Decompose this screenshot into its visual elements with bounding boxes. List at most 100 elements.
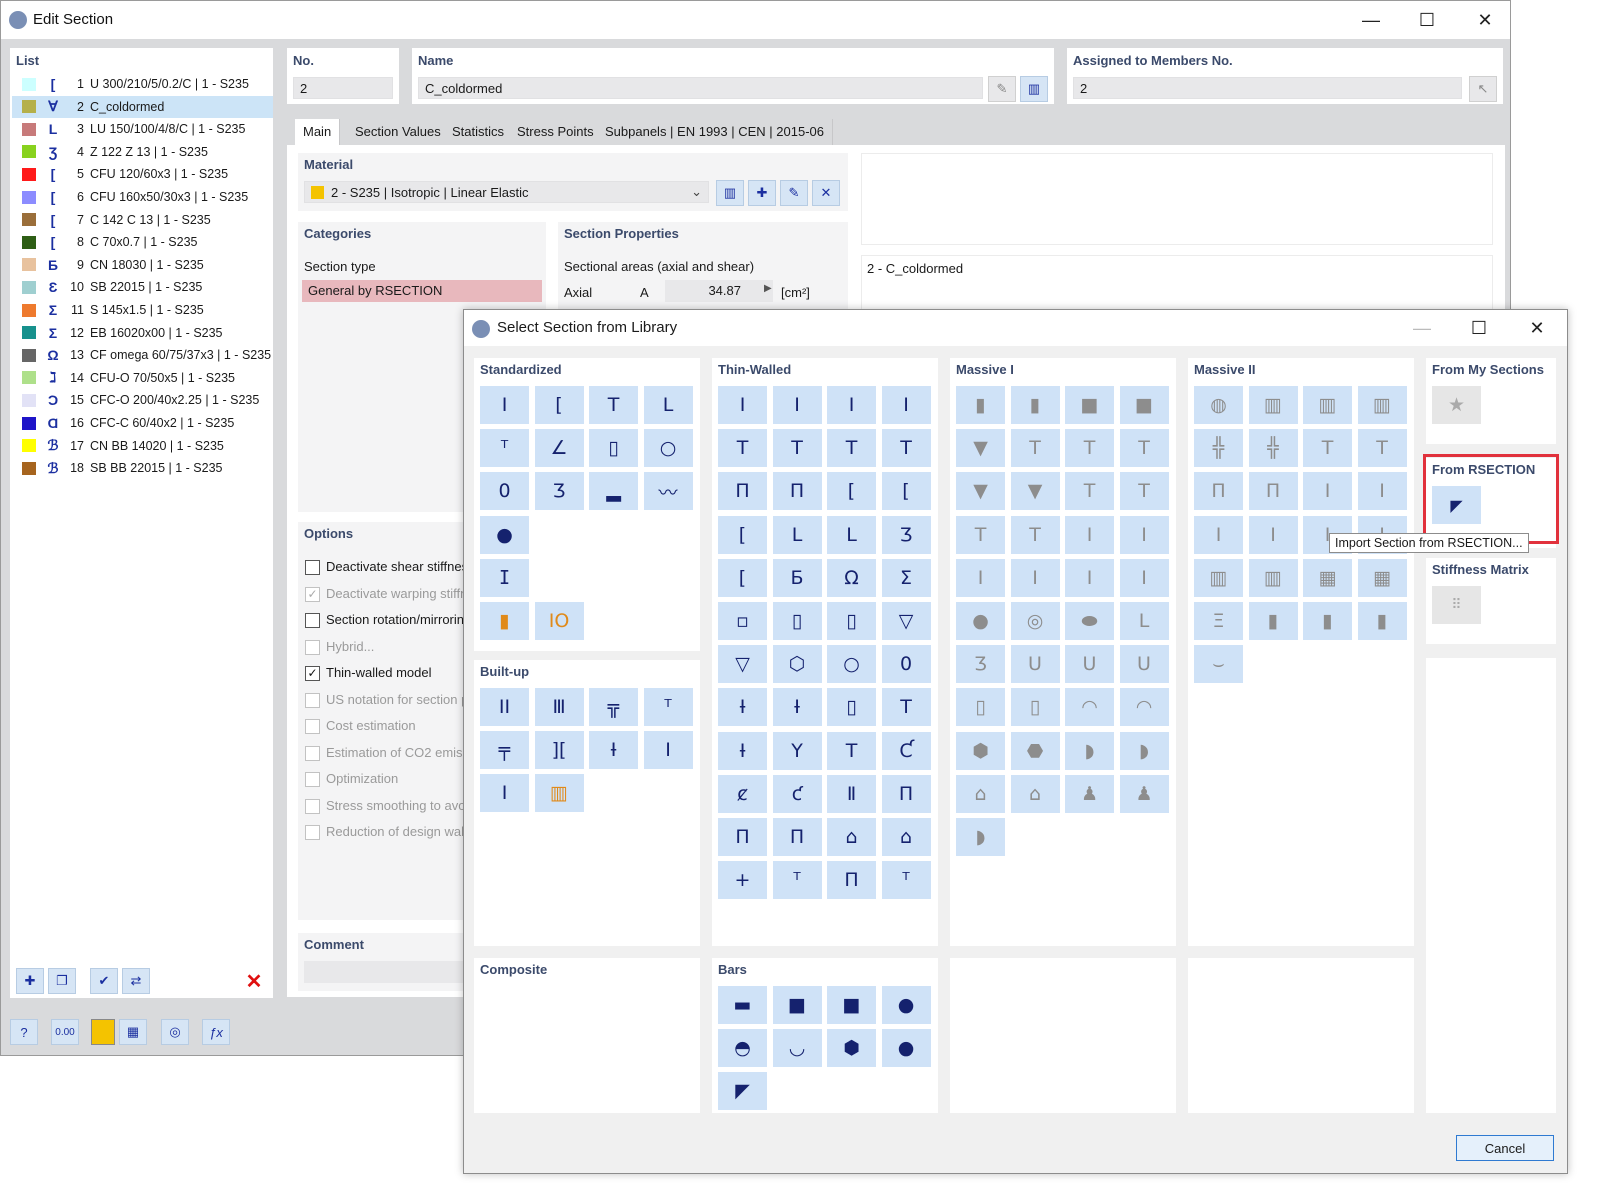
- section-shape-button[interactable]: ╬: [1249, 429, 1298, 467]
- section-shape-button[interactable]: ▮: [1358, 602, 1407, 640]
- section-shape-button[interactable]: ▯: [1011, 688, 1060, 726]
- section-shape-button[interactable]: ⬣: [1011, 732, 1060, 770]
- section-shape-button[interactable]: ○: [644, 429, 693, 467]
- new-material-icon[interactable]: ✚: [748, 180, 776, 206]
- assigned-field[interactable]: 2: [1073, 77, 1462, 99]
- section-shape-button[interactable]: I: [1065, 559, 1114, 597]
- section-shape-button[interactable]: Ω: [827, 559, 876, 597]
- section-shape-button[interactable]: ▮: [1303, 602, 1352, 640]
- section-shape-button[interactable]: ♟: [1065, 775, 1114, 813]
- section-shape-button[interactable]: ●: [882, 1029, 931, 1067]
- list-item[interactable]: ℬ17CN BB 14020 | 1 - S235: [12, 435, 273, 457]
- section-shape-button[interactable]: ⬡: [773, 645, 822, 683]
- section-shape-button[interactable]: ▮: [956, 386, 1005, 424]
- section-shape-button[interactable]: ⬢: [956, 732, 1005, 770]
- material-library-icon[interactable]: ▥: [716, 180, 744, 206]
- section-shape-button[interactable]: ╤: [480, 731, 529, 769]
- tab-subpanels[interactable]: Subpanels | EN 1993 | CEN | 2015-06: [597, 119, 833, 145]
- edit-material-icon[interactable]: ✎: [780, 180, 808, 206]
- section-shape-button[interactable]: ▥: [535, 774, 584, 812]
- section-shape-button[interactable]: T: [956, 516, 1005, 554]
- section-shape-button[interactable]: Ⅲ: [535, 688, 584, 726]
- section-shape-button[interactable]: ♟: [1120, 775, 1169, 813]
- section-shape-button[interactable]: ᵀ: [480, 429, 529, 467]
- material-select[interactable]: 2 - S235 | Isotropic | Linear Elastic ⌄: [304, 181, 709, 203]
- section-shape-button[interactable]: T: [718, 429, 767, 467]
- section-shape-button[interactable]: I: [956, 559, 1005, 597]
- units-icon[interactable]: 0.00: [51, 1019, 79, 1045]
- section-shape-button[interactable]: 0: [882, 645, 931, 683]
- section-shape-button[interactable]: ◗: [1120, 732, 1169, 770]
- library-book-icon[interactable]: ▥: [1020, 76, 1048, 102]
- delete-material-icon[interactable]: ✕: [812, 180, 840, 206]
- section-shape-button[interactable]: [: [882, 472, 931, 510]
- spin-right-icon[interactable]: ▶: [764, 283, 772, 294]
- minimize-icon[interactable]: —: [1399, 310, 1445, 346]
- section-shape-button[interactable]: I: [1358, 472, 1407, 510]
- section-shape-button[interactable]: I: [1303, 472, 1352, 510]
- section-shape-button[interactable]: ▮: [1249, 602, 1298, 640]
- section-shape-button[interactable]: ▽: [718, 645, 767, 683]
- section-shape-button[interactable]: Π: [882, 775, 931, 813]
- section-shape-button[interactable]: ⬬: [1065, 602, 1114, 640]
- section-shape-button[interactable]: ▯: [827, 688, 876, 726]
- section-shape-button[interactable]: I: [1120, 559, 1169, 597]
- section-shape-button[interactable]: T: [1065, 472, 1114, 510]
- list-item[interactable]: [6CFU 160x50/30x3 | 1 - S235: [12, 186, 273, 208]
- section-shape-button[interactable]: U: [1011, 645, 1060, 683]
- section-shape-button[interactable]: ◓: [718, 1029, 767, 1067]
- section-shape-button[interactable]: T: [1120, 429, 1169, 467]
- section-shape-button[interactable]: L: [644, 386, 693, 424]
- section-shape-button[interactable]: I: [882, 386, 931, 424]
- section-shape-button[interactable]: [: [718, 559, 767, 597]
- tab-stress-points[interactable]: Stress Points: [509, 119, 603, 145]
- section-shape-button[interactable]: L: [1120, 602, 1169, 640]
- section-shape-button[interactable]: ȼ: [718, 775, 767, 813]
- section-shape-button[interactable]: ◗: [1065, 732, 1114, 770]
- list-item[interactable]: Ɑ16CFC-C 60/40x2 | 1 - S235: [12, 412, 273, 434]
- section-shape-button[interactable]: Ɨ: [718, 688, 767, 726]
- section-shape-button[interactable]: ◍: [1194, 386, 1243, 424]
- option-checkbox[interactable]: [305, 613, 320, 628]
- list-item[interactable]: Ʒ4Z 122 Z 13 | 1 - S235: [12, 141, 273, 163]
- section-shape-button[interactable]: T: [1065, 429, 1114, 467]
- section-shape-button[interactable]: ◗: [956, 818, 1005, 856]
- section-shape-button[interactable]: II: [480, 688, 529, 726]
- section-shape-button[interactable]: ⬢: [827, 1029, 876, 1067]
- section-shape-button[interactable]: T: [1358, 429, 1407, 467]
- section-shape-button[interactable]: I: [1194, 516, 1243, 554]
- axial-value[interactable]: 34.87: [665, 280, 773, 302]
- copy-section-icon[interactable]: ❐: [48, 968, 76, 994]
- section-shape-button[interactable]: U: [1120, 645, 1169, 683]
- list-item[interactable]: Ɔ15CFC-O 200/40x2.25 | 1 - S235: [12, 389, 273, 411]
- option-checkbox[interactable]: ✓: [305, 666, 320, 681]
- section-shape-button[interactable]: I: [1011, 559, 1060, 597]
- section-shape-button[interactable]: Π: [718, 818, 767, 856]
- section-shape-button[interactable]: ■: [773, 986, 822, 1024]
- section-shape-button[interactable]: ▥: [1194, 559, 1243, 597]
- section-shape-button[interactable]: I: [1120, 516, 1169, 554]
- section-shape-button[interactable]: ⌣: [1194, 645, 1243, 683]
- section-type-value[interactable]: General by RSECTION: [302, 280, 542, 302]
- section-shape-button[interactable]: L: [773, 516, 822, 554]
- close-icon[interactable]: ✕: [1514, 310, 1560, 346]
- section-shape-button[interactable]: ▂: [589, 472, 638, 510]
- cancel-button[interactable]: Cancel: [1456, 1135, 1554, 1161]
- list-item[interactable]: ℬ18SB BB 22015 | 1 - S235: [12, 457, 273, 479]
- comment-field[interactable]: [304, 961, 468, 983]
- section-shape-button[interactable]: Π: [773, 472, 822, 510]
- section-shape-button[interactable]: Σ: [882, 559, 931, 597]
- section-shape-button[interactable]: [: [535, 386, 584, 424]
- display-properties-icon[interactable]: ▦: [119, 1019, 147, 1045]
- section-shape-button[interactable]: Ƈ: [882, 732, 931, 770]
- section-shape-button[interactable]: ▽: [882, 602, 931, 640]
- section-shape-button[interactable]: T: [1303, 429, 1352, 467]
- section-shape-button[interactable]: T: [827, 429, 876, 467]
- check-all-icon[interactable]: ✔: [90, 968, 118, 994]
- section-shape-button[interactable]: ▼: [956, 429, 1005, 467]
- section-shape-button[interactable]: T: [882, 688, 931, 726]
- section-shape-button[interactable]: ◠: [1120, 688, 1169, 726]
- matrix-icon[interactable]: ⠿: [1432, 586, 1481, 624]
- help-icon[interactable]: ?: [10, 1019, 38, 1045]
- name-field[interactable]: C_coldormed: [418, 77, 983, 99]
